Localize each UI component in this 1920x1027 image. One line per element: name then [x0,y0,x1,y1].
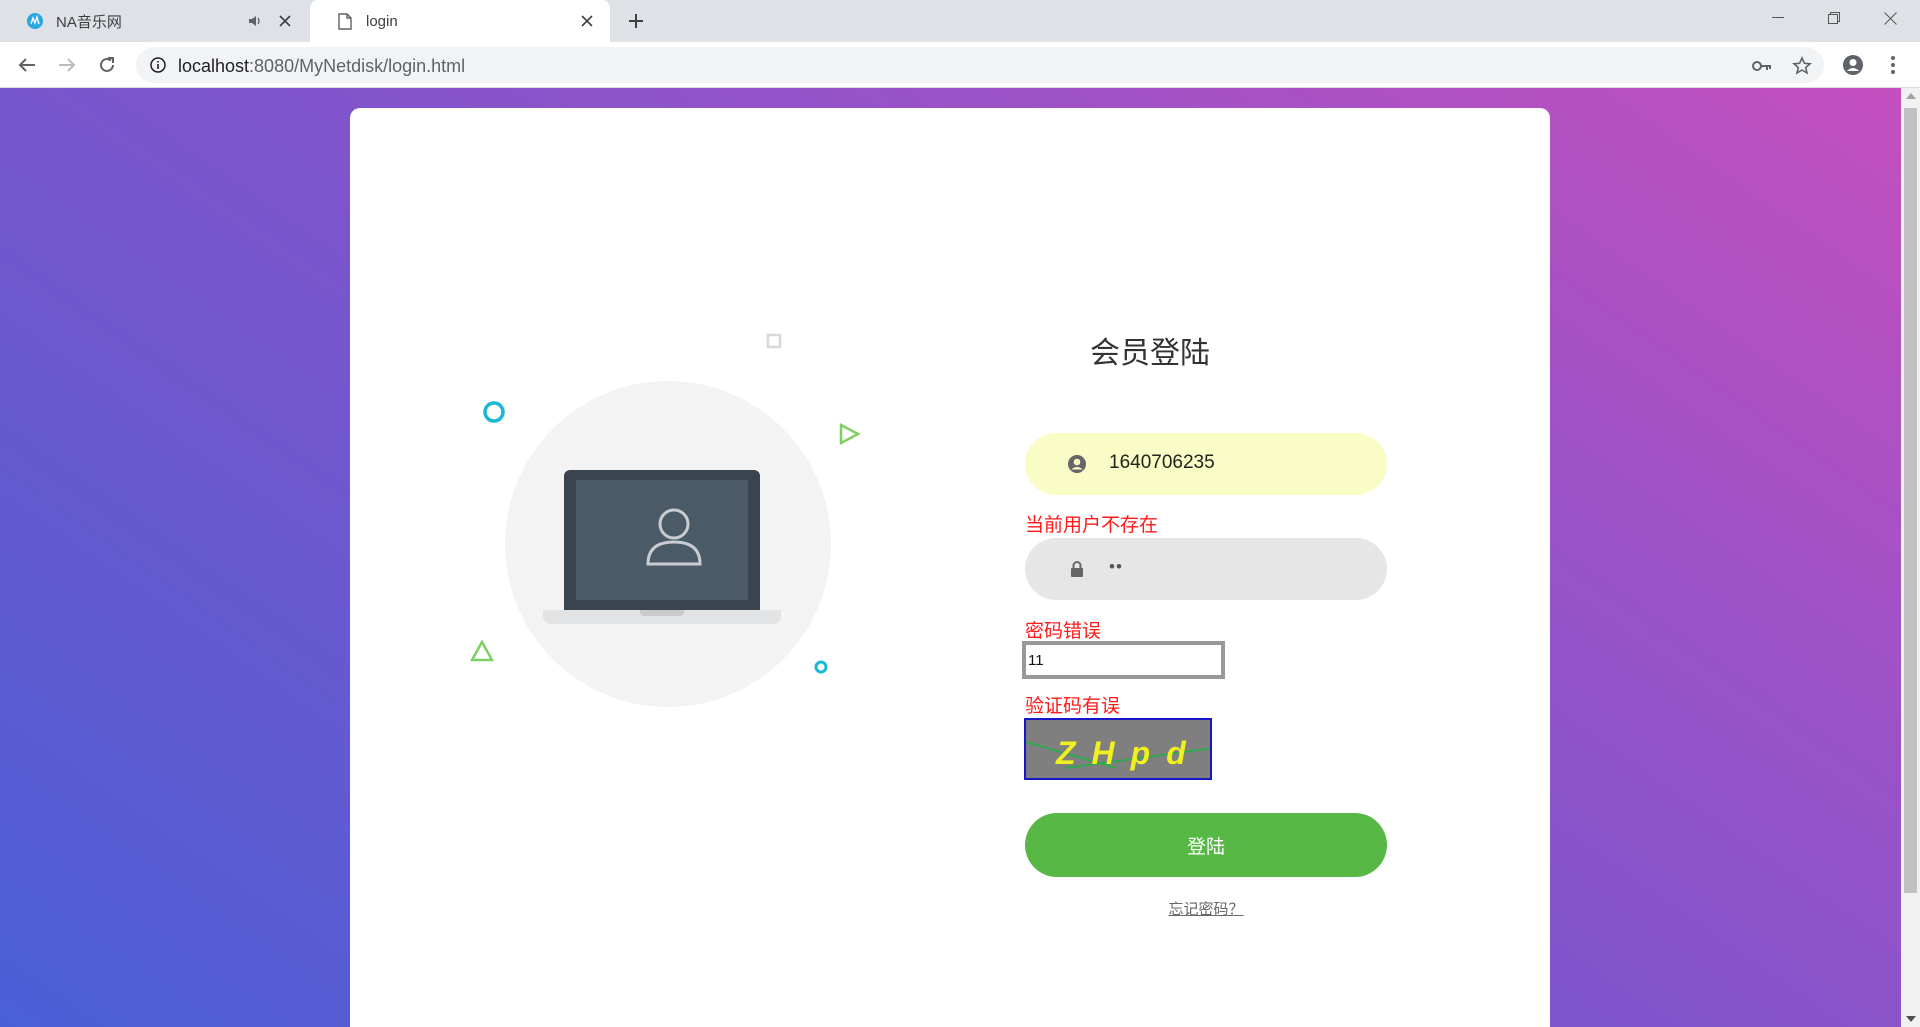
tab-title: login [366,12,398,30]
form-title: 会员登陆 [1090,336,1210,371]
tab-na-music[interactable]: NA音乐网 [0,0,308,42]
speaker-icon[interactable] [246,12,264,30]
captcha-text: ZHpd [1055,735,1202,771]
tab-strip: NA音乐网 login [0,0,1920,42]
music-site-icon [26,12,44,30]
scroll-up-arrow-icon[interactable] [1906,93,1916,99]
password-input[interactable]: •• [1025,538,1387,600]
captcha-graphic: ZHpd [1026,735,1210,771]
laptop-notch [640,610,684,616]
user-circle-icon [1068,455,1086,473]
tab-login[interactable]: login [310,0,610,42]
tab-title: NA音乐网 [56,13,122,31]
password-error: 密码错误 [1025,620,1102,642]
minimize-icon[interactable] [1750,0,1806,36]
scrollbar-thumb[interactable] [1904,108,1917,893]
new-tab-button[interactable] [624,9,648,33]
restore-icon[interactable] [1806,0,1862,36]
profile-icon[interactable] [1839,51,1867,79]
circle-deco-icon [483,401,505,423]
url-text: localhost:8080/MyNetdisk/login.html [178,56,465,77]
forgot-password-link[interactable]: 忘记密码？ [1065,898,1347,919]
username-value: 1640706235 [1109,452,1215,473]
scroll-down-arrow-icon[interactable] [1906,1016,1916,1022]
key-icon[interactable] [1751,55,1773,77]
page-icon [336,12,354,30]
captcha-error: 验证码有误 [1025,695,1121,717]
user-icon [646,508,702,566]
triangle-deco-icon [469,639,495,662]
close-tab-icon[interactable] [576,10,598,32]
captcha-image[interactable]: ZHpd [1024,718,1212,780]
close-tab-icon[interactable] [274,10,296,32]
login-card: 会员登陆 1640706235 当前用户不存在 •• 密码错误 11 验证码有误… [350,108,1550,1027]
login-button[interactable]: 登陆 [1025,813,1387,877]
url-path: :8080/MyNetdisk/login.html [249,56,466,76]
username-input[interactable]: 1640706235 [1025,433,1387,495]
laptop-screen [576,480,748,600]
page-scrollbar[interactable] [1901,88,1920,1027]
square-deco-icon [766,333,782,349]
play-triangle-deco-icon [839,422,861,446]
browser-toolbar: localhost:8080/MyNetdisk/login.html [0,42,1920,88]
lock-icon [1071,561,1083,577]
menu-dots-icon[interactable] [1879,51,1907,79]
small-circle-deco-icon [814,660,828,674]
back-arrow-icon[interactable] [13,51,41,79]
star-icon[interactable] [1791,55,1813,77]
reload-icon[interactable] [93,51,121,79]
username-error: 当前用户不存在 [1025,514,1159,536]
login-illustration [350,108,950,908]
address-bar[interactable]: localhost:8080/MyNetdisk/login.html [136,47,1824,83]
captcha-input[interactable]: 11 [1022,641,1225,679]
password-value: •• [1109,557,1123,576]
page-viewport: 会员登陆 1640706235 当前用户不存在 •• 密码错误 11 验证码有误… [0,88,1901,1027]
laptop-icon [564,470,760,610]
close-window-icon[interactable] [1862,0,1918,36]
site-info-icon[interactable] [150,57,166,73]
url-host: localhost [178,56,250,76]
forward-arrow-icon[interactable] [53,51,81,79]
